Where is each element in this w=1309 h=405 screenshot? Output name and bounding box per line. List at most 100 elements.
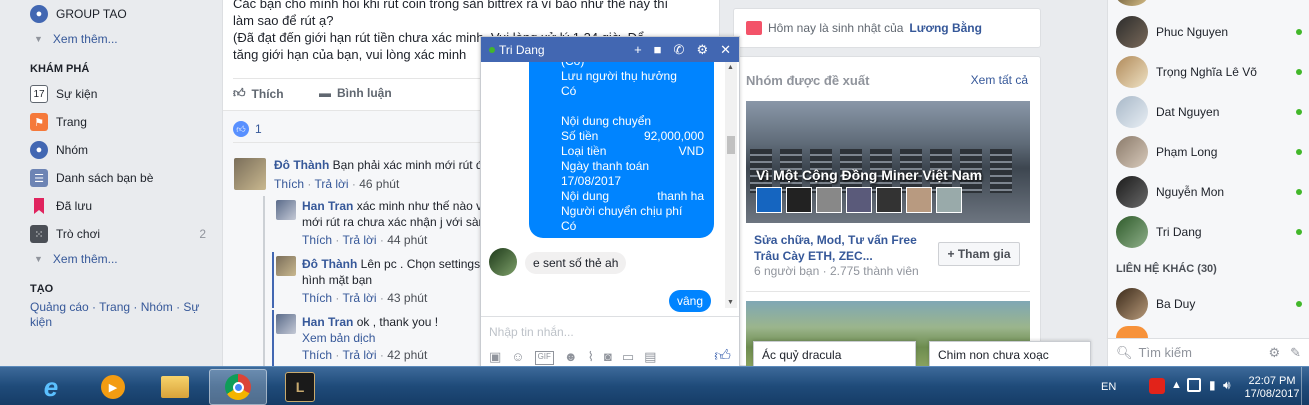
- scroll-up-icon[interactable]: ▲: [727, 64, 734, 71]
- contact-item[interactable]: Tri Dang: [1116, 216, 1302, 248]
- calendar-icon[interactable]: ▤: [644, 349, 656, 365]
- like-button[interactable]: 👍︎ Thích: [233, 86, 284, 101]
- message-line: Ngày thanh toán: [561, 159, 704, 174]
- comment-like-link[interactable]: Thích: [302, 233, 332, 247]
- search-input[interactable]: Tìm kiếm: [1139, 345, 1269, 360]
- outgoing-message-bubble[interactable]: (Có)Lưu người thụ hưởngCóNội dung chuyển…: [529, 62, 714, 238]
- file-explorer-app[interactable]: [146, 369, 204, 405]
- see-more-link[interactable]: ▼ Xem thêm...: [34, 252, 118, 266]
- avatar[interactable]: [276, 256, 296, 276]
- show-hidden-icons[interactable]: ▲: [1171, 379, 1182, 391]
- message-input[interactable]: Nhập tin nhắn...: [489, 325, 574, 339]
- league-of-legends-app[interactable]: L: [271, 369, 329, 405]
- language-indicator[interactable]: EN: [1101, 381, 1116, 393]
- attach-icon[interactable]: ⌇: [588, 349, 594, 365]
- comment-button[interactable]: ▬ Bình luận: [319, 86, 392, 100]
- avatar[interactable]: [489, 248, 517, 276]
- reaction-summary[interactable]: 👍︎ 1: [233, 121, 262, 137]
- avatar[interactable]: [1116, 0, 1148, 6]
- media-player-app[interactable]: ▶: [84, 369, 142, 405]
- start-button[interactable]: [0, 369, 18, 405]
- comment-author[interactable]: Đô Thành: [274, 158, 329, 172]
- scroll-down-icon[interactable]: ▼: [727, 299, 734, 306]
- gear-icon[interactable]: ⚙: [696, 42, 708, 58]
- close-icon[interactable]: ✕: [720, 42, 731, 58]
- show-desktop-button[interactable]: [1301, 367, 1309, 405]
- sidebar-item-games[interactable]: ⁙ Trò chơi 2: [30, 224, 206, 244]
- antivirus-icon[interactable]: [1149, 378, 1165, 394]
- chat-scrollbar[interactable]: ▲ ▼: [725, 62, 737, 308]
- message-line: Số tiền 92,000,000: [561, 129, 704, 144]
- see-translation-link[interactable]: Xem bản dịch: [302, 331, 375, 345]
- network-icon[interactable]: ▮: [1209, 378, 1216, 392]
- avatar[interactable]: [234, 158, 266, 190]
- contact-name: Dat Nguyen: [1156, 105, 1220, 119]
- comment-like-link[interactable]: Thích: [302, 291, 332, 305]
- online-indicator: [1296, 189, 1302, 195]
- photo-icon[interactable]: ▣: [489, 349, 501, 365]
- contact-item[interactable]: Phuc Nguyen: [1116, 16, 1302, 48]
- comment-like-link[interactable]: Thích: [302, 348, 332, 362]
- chrome-app[interactable]: [209, 369, 267, 405]
- sidebar-item-group-tao[interactable]: ● GROUP TAO: [30, 4, 127, 24]
- group-cover-image[interactable]: Vì Một Cộng Đồng Miner Việt Nam: [746, 101, 1030, 223]
- compose-icon[interactable]: ✎: [1290, 345, 1301, 361]
- group-name-line: Sửa chữa, Mod, Tư vấn Free: [754, 233, 917, 247]
- camera-icon[interactable]: ◙: [604, 349, 612, 365]
- contact-search-bar[interactable]: 🔍︎ Tìm kiếm ⚙ ✎: [1108, 338, 1309, 366]
- sidebar-item-events[interactable]: 17 Sự kiện: [30, 84, 97, 104]
- contact-item[interactable]: Trọng Nghĩa Lê Võ: [1116, 56, 1302, 88]
- emoji-icon[interactable]: ☻: [564, 349, 578, 365]
- gear-icon[interactable]: ⚙: [1268, 345, 1280, 361]
- birthday-name-link[interactable]: Lương Bằng: [909, 21, 982, 35]
- message-line: 17/08/2017: [561, 174, 704, 189]
- clock[interactable]: 22:07 PM 17/08/2017: [1239, 375, 1305, 401]
- sidebar-item-saved[interactable]: Đã lưu: [30, 196, 92, 216]
- comment-text: Han Tran ok , thank you ! Xem bản dịch: [302, 314, 482, 346]
- see-all-link[interactable]: Xem tất cả: [971, 73, 1028, 87]
- thumbs-up-icon[interactable]: 👍︎: [714, 347, 731, 366]
- group-banner-text: Vì Một Cộng Đồng Miner Việt Nam: [756, 167, 983, 183]
- contact-item[interactable]: Phạm Long: [1116, 136, 1302, 168]
- action-center-icon[interactable]: [1187, 378, 1201, 392]
- comment-reply-link[interactable]: Trả lời: [342, 291, 376, 305]
- message-lines: (Có)Lưu người thụ hưởngCóNội dung chuyển…: [561, 62, 704, 234]
- internet-explorer-app[interactable]: e: [22, 369, 80, 405]
- sidebar-item-pages[interactable]: ⚑ Trang: [30, 112, 87, 132]
- add-people-icon[interactable]: +: [634, 42, 642, 58]
- avatar[interactable]: [1116, 326, 1148, 338]
- minimized-chat-tab[interactable]: Chim non chưa xoạc: [929, 341, 1091, 366]
- comment-reply-link[interactable]: Trả lời: [342, 233, 376, 247]
- video-call-icon[interactable]: ■: [654, 42, 662, 58]
- comment-reply-link[interactable]: Trả lời: [314, 177, 348, 191]
- avatar[interactable]: [276, 314, 296, 334]
- minimized-chat-tab[interactable]: Ác quỷ dracula: [753, 341, 916, 366]
- contact-item[interactable]: Dat Nguyen: [1116, 96, 1302, 128]
- outgoing-message-bubble[interactable]: vâng: [669, 290, 712, 312]
- chat-header[interactable]: Tri Dang + ■ ✆ ⚙ ✕: [481, 37, 739, 62]
- chat-title[interactable]: Tri Dang: [499, 43, 545, 57]
- see-more-link[interactable]: ▼ Xem thêm...: [34, 32, 118, 46]
- volume-icon[interactable]: 🔊︎: [1223, 378, 1231, 393]
- join-group-button[interactable]: + Tham gia: [938, 242, 1020, 266]
- sticker-icon[interactable]: ☺: [511, 349, 524, 365]
- phone-icon[interactable]: ✆: [674, 42, 685, 58]
- game-icon[interactable]: ▭: [622, 349, 634, 365]
- gif-icon[interactable]: GIF: [534, 351, 554, 365]
- avatar[interactable]: [276, 200, 296, 220]
- comment-author[interactable]: Han Tran: [302, 199, 353, 213]
- sidebar-item-friend-lists[interactable]: ☰ Danh sách bạn bè: [30, 168, 153, 188]
- comment-like-link[interactable]: Thích: [274, 177, 304, 191]
- comment-author[interactable]: Đô Thành: [302, 257, 357, 271]
- comment-author[interactable]: Han Tran: [302, 315, 353, 329]
- create-links[interactable]: Quảng cáo · Trang · Nhóm · Sự kiện: [30, 300, 210, 330]
- comment-reply-link[interactable]: Trả lời: [342, 348, 376, 362]
- incoming-message-bubble[interactable]: e sent số thẻ ah: [525, 252, 627, 274]
- avatar: [1116, 216, 1148, 248]
- scroll-thumb[interactable]: [727, 136, 735, 154]
- system-tray: EN ▲ ▮ 🔊︎ 22:07 PM 17/08/2017: [1099, 367, 1309, 405]
- contact-item[interactable]: Ba Duy: [1116, 288, 1302, 320]
- sidebar-item-groups[interactable]: ● Nhóm: [30, 140, 88, 160]
- group-name-link[interactable]: Sửa chữa, Mod, Tư vấn Free Trâu Cày ETH,…: [754, 232, 917, 264]
- contact-item[interactable]: Nguyễn Mon: [1116, 176, 1302, 208]
